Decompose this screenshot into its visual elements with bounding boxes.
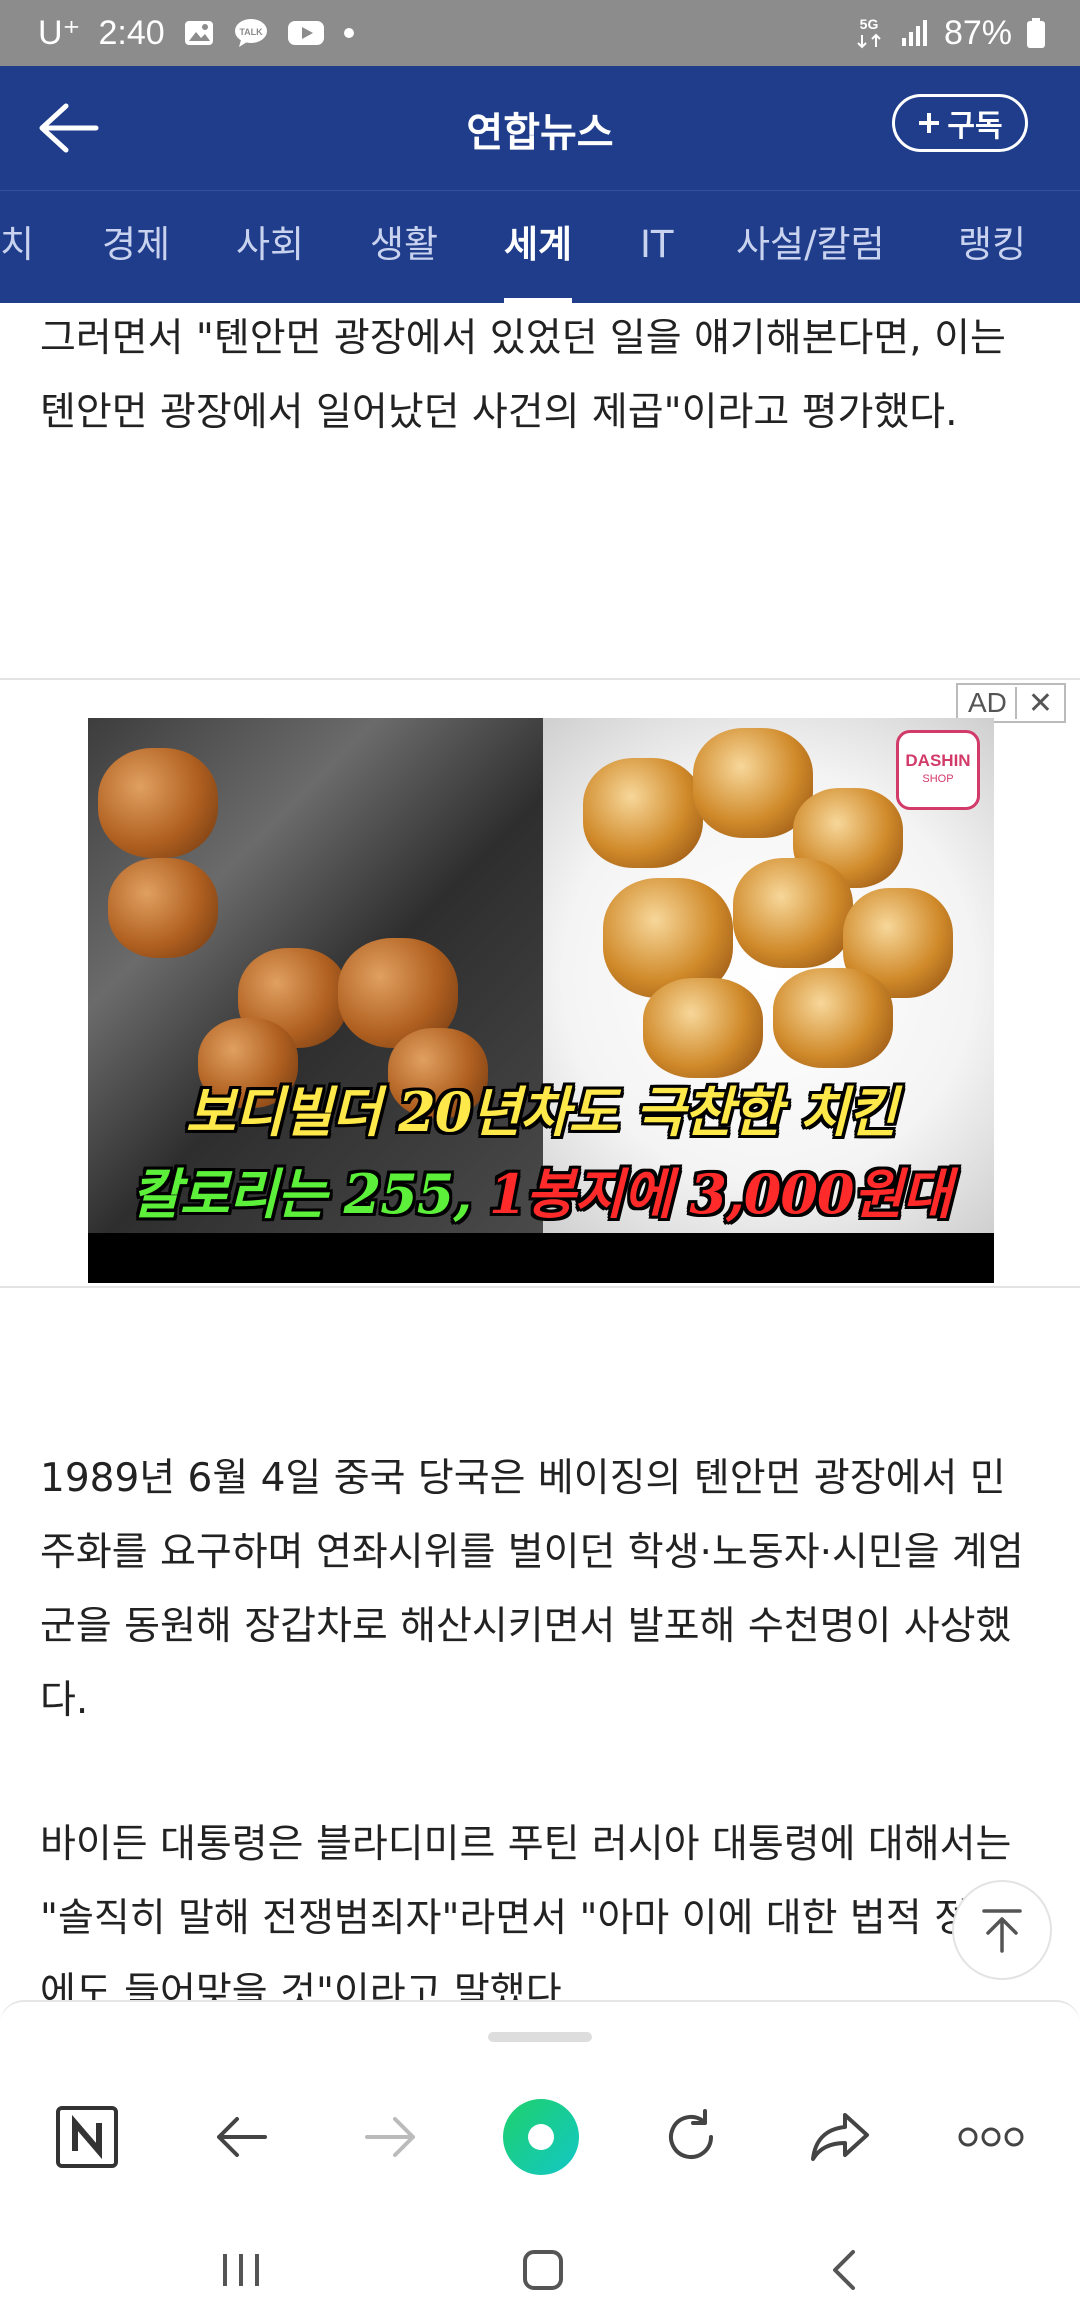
network-5g-icon: 5G bbox=[852, 15, 886, 51]
more-dots-icon bbox=[958, 2127, 1024, 2147]
share-button[interactable] bbox=[796, 2092, 886, 2182]
system-back-button[interactable] bbox=[800, 2230, 890, 2310]
youtube-icon bbox=[287, 19, 325, 47]
subscribe-button[interactable]: 구독 bbox=[892, 94, 1028, 152]
tab-politics[interactable]: 치 bbox=[0, 191, 34, 303]
ad-caption: 칼로리는 255, 1봉지에 3,000원대 bbox=[88, 1150, 994, 1229]
share-arrow-icon bbox=[811, 2113, 869, 2161]
ad-image[interactable]: DASHIN SHOP 보디빌더 20년차도 극찬한 치킨 칼로리는 255, … bbox=[88, 718, 994, 1283]
tab-editorial[interactable]: 사설/칼럼 bbox=[736, 191, 885, 303]
home-button[interactable] bbox=[498, 2230, 588, 2310]
carrier-label: U⁺ bbox=[38, 14, 81, 52]
article-paragraph: 1989년 6월 4일 중국 당국은 베이징의 톈안먼 광장에서 민주화를 요구… bbox=[40, 1456, 1024, 1723]
green-dot-button[interactable] bbox=[496, 2092, 586, 2182]
tab-world[interactable]: 세계 bbox=[504, 191, 573, 303]
arrow-right-icon bbox=[365, 2117, 415, 2157]
clock: 2:40 bbox=[98, 13, 165, 52]
ad-caption-price: 1봉지에 3,000원대 bbox=[488, 1162, 952, 1226]
arrow-left-icon bbox=[217, 2117, 267, 2157]
plus-icon bbox=[919, 113, 940, 133]
more-menu-button[interactable] bbox=[946, 2092, 1036, 2182]
kakaotalk-icon: TALK bbox=[233, 18, 269, 48]
green-dot-icon bbox=[503, 2099, 579, 2175]
tab-it[interactable]: IT bbox=[640, 191, 674, 303]
app-header: 연합뉴스 구독 bbox=[0, 66, 1080, 190]
article-paragraph: 그러면서 "톈안먼 광장에서 있었던 일을 얘기해본다면, 이는 톈안먼 광장에… bbox=[40, 316, 1006, 435]
scroll-to-top-button[interactable] bbox=[952, 1880, 1052, 1980]
chevron-left-icon bbox=[833, 2250, 855, 2290]
battery-icon bbox=[1026, 17, 1046, 49]
drag-handle[interactable] bbox=[488, 2032, 592, 2042]
refresh-icon bbox=[669, 2109, 713, 2159]
ad-close-icon[interactable]: ✕ bbox=[1017, 686, 1064, 721]
home-square-icon bbox=[523, 2250, 563, 2290]
status-bar: U⁺ 2:40 TALK 5G 87% bbox=[0, 0, 1080, 66]
notification-dot-icon bbox=[343, 27, 355, 39]
ad-headline: 보디빌더 20년차도 극찬한 치킨 bbox=[185, 1080, 898, 1144]
battery-percent: 87% bbox=[943, 13, 1012, 52]
browser-toolbar bbox=[0, 2000, 1080, 2318]
naver-home-button[interactable] bbox=[42, 2092, 132, 2182]
category-tabs: 치 경제 사회 생활 세계 IT 사설/칼럼 랭킹 bbox=[0, 190, 1080, 303]
browser-forward-button[interactable] bbox=[346, 2092, 436, 2182]
subscribe-label: 구독 bbox=[947, 109, 1003, 144]
arrow-up-icon bbox=[982, 1909, 1022, 1953]
tab-society[interactable]: 사회 bbox=[236, 191, 304, 303]
recent-apps-icon bbox=[223, 2254, 259, 2286]
ad-banner[interactable]: AD ✕ DASHIN SHOP 보디빌더 20년차도 극찬한 치킨 칼로리는 … bbox=[0, 678, 1080, 1288]
article-paragraph: 바이든 대통령은 블라디미르 푸틴 러시아 대통령에 대해서는 "솔직히 말해 … bbox=[40, 1822, 1012, 2015]
tab-economy[interactable]: 경제 bbox=[102, 191, 170, 303]
ad-label: AD bbox=[958, 687, 1017, 719]
refresh-button[interactable] bbox=[646, 2092, 736, 2182]
tab-life[interactable]: 생활 bbox=[370, 191, 438, 303]
recent-apps-button[interactable] bbox=[196, 2230, 286, 2310]
gallery-icon bbox=[183, 19, 215, 47]
signal-icon bbox=[900, 18, 930, 48]
naver-n-icon bbox=[56, 2106, 118, 2168]
svg-text:5G: 5G bbox=[860, 16, 879, 32]
ad-badge[interactable]: AD ✕ bbox=[956, 683, 1066, 723]
ad-caption-calories: 칼로리는 255, bbox=[131, 1162, 472, 1226]
svg-text:TALK: TALK bbox=[239, 27, 263, 37]
tab-ranking[interactable]: 랭킹 bbox=[958, 191, 1026, 303]
browser-back-button[interactable] bbox=[196, 2092, 286, 2182]
dashin-logo: DASHIN SHOP bbox=[896, 730, 980, 810]
